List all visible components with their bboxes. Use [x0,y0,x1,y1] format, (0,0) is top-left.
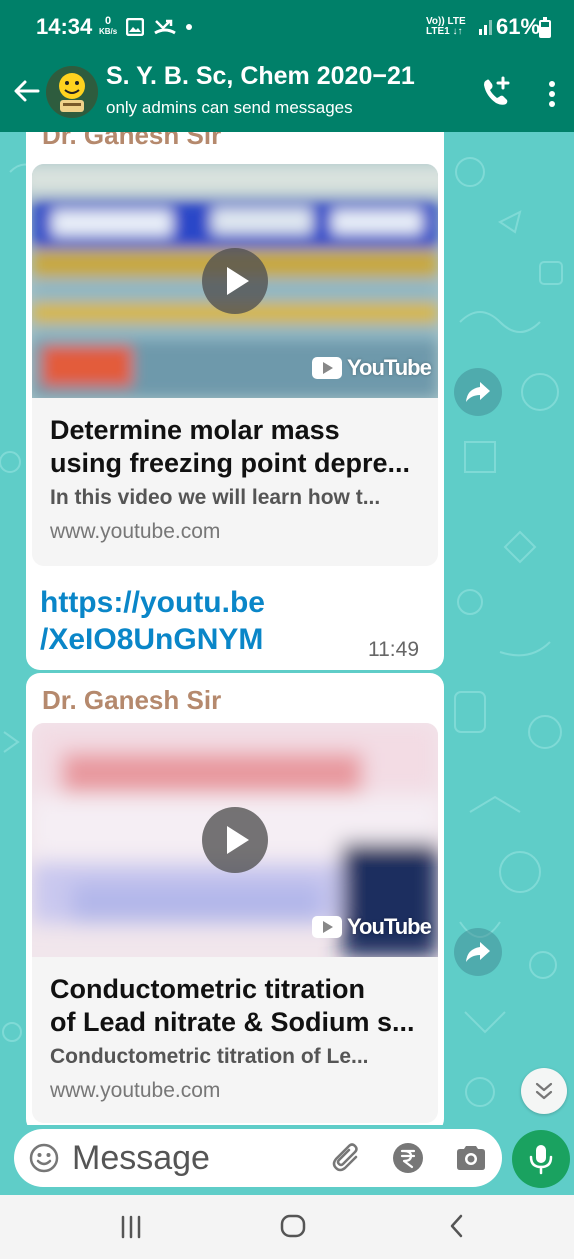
gallery-icon [125,17,145,36]
network-label-bottom: LTE1 ↓↑ [426,26,463,37]
dot-icon [186,23,193,30]
video-thumbnail[interactable]: YouTube [32,164,438,398]
network-indicator: Vo)) LTE LTE1 ↓↑ [426,17,466,37]
preview-title-line2: using freezing point depre... [50,448,411,478]
emoji-icon[interactable] [28,1142,60,1174]
home-icon[interactable] [278,1211,308,1241]
status-time: 14:34 [36,14,93,39]
link-line2[interactable]: /XeIO8UnGNYM [40,623,263,656]
forward-button[interactable] [454,928,502,976]
preview-title-line2: of Lead nitrate & Sodium s... [50,1007,415,1037]
chat-header: S. Y. B. Sc, Chem 2020−21 only admins ca… [0,56,574,132]
message-link[interactable]: https://youtu.be /XeIO8UnGNYM [40,584,265,658]
video-thumbnail[interactable]: YouTube [32,723,438,957]
battery-percent: 61% [496,14,541,39]
preview-title-line1: Determine molar mass [50,415,340,445]
net-speed-value: 0 [105,15,112,27]
youtube-label: YouTube [347,355,432,380]
status-bar: 14:34 0 KB/s Vo)) LTE LTE1 ↓↑ 61% [0,0,574,56]
link-preview-card[interactable]: YouTube Determine molar mass using freez… [32,164,438,566]
chat-area[interactable]: Dr. Ganesh Sir YouTube Determine molar m… [0,132,574,1125]
sender-name: Dr. Ganesh Sir [42,132,222,150]
net-speed: 0 KB/s [99,16,117,37]
preview-description: Conductometric titration of Le... [50,1045,369,1068]
link-line1[interactable]: https://youtu.be [40,586,265,619]
message-time: 11:49 [368,638,419,661]
mic-icon [529,1145,553,1175]
call-add-icon[interactable] [478,74,514,110]
message-input-container [14,1129,502,1187]
camera-icon[interactable] [454,1142,488,1174]
preview-domain: www.youtube.com [50,1079,221,1102]
forward-icon [466,382,490,402]
rupee-icon[interactable] [392,1142,424,1174]
chat-title[interactable]: S. Y. B. Sc, Chem 2020−21 [106,62,415,91]
missed-call-icon [153,19,176,35]
system-navigation-bar [0,1195,574,1259]
preview-domain: www.youtube.com [50,520,221,543]
nav-back-icon[interactable] [444,1211,470,1241]
message-bubble[interactable]: Dr. Ganesh Sir [26,132,444,670]
youtube-icon [312,916,342,938]
battery-level-fill [541,27,549,36]
preview-title: Conductometric titration of Lead nitrate… [50,973,430,1039]
double-chevron-down-icon [535,1082,553,1100]
preview-title-line1: Conductometric titration [50,974,365,1004]
sender-name: Dr. Ganesh Sir [42,685,222,715]
youtube-label: YouTube [347,914,432,939]
message-bubble[interactable]: Dr. Ganesh Sir [26,673,444,1125]
youtube-badge: YouTube [312,352,432,384]
message-input[interactable] [72,1135,302,1181]
avatar-image [46,66,98,118]
play-button[interactable] [202,807,268,873]
play-button[interactable] [202,248,268,314]
battery-icon [539,17,551,38]
more-vertical-icon[interactable] [540,78,564,110]
signal-icon [479,20,492,35]
link-preview-card[interactable]: YouTube Conductometric titration of Lead… [32,723,438,1123]
net-speed-unit: KB/s [99,27,118,36]
preview-title: Determine molar mass using freezing poin… [50,414,430,480]
chat-subtitle: only admins can send messages [106,98,353,117]
scroll-to-bottom-button[interactable] [521,1068,567,1114]
notification-icons [125,15,193,38]
composer-bar [0,1125,574,1195]
preview-description: In this video we will learn how t... [50,486,381,509]
back-arrow-icon[interactable] [10,74,44,108]
youtube-icon [312,357,342,379]
youtube-badge: YouTube [312,911,432,943]
voice-message-button[interactable] [512,1130,570,1188]
forward-button[interactable] [454,368,502,416]
forward-icon [466,942,490,962]
paperclip-icon[interactable] [330,1141,364,1175]
recents-icon[interactable] [116,1213,146,1241]
group-avatar[interactable] [46,66,98,118]
